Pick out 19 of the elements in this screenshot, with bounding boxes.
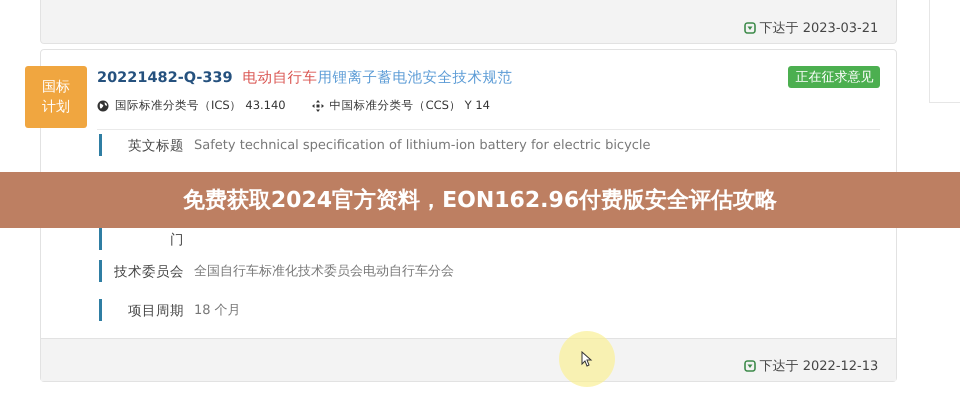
field-label: 项目周期: [127, 302, 184, 321]
banner-title: 免费获取2024官方资料，EON162.96付费版安全评估攻略: [0, 172, 960, 228]
standard-title[interactable]: 20221482-Q-339 电动自行车用锂离子蓄电池安全技术规范: [97, 68, 513, 86]
download-icon: [744, 22, 756, 34]
field-label: 英文标题: [127, 137, 184, 156]
field-value: Safety technical specification of lithium-ion battery for electric bicycle: [194, 137, 651, 155]
arrows-icon: [312, 100, 324, 112]
status-tag: 正在征求意见: [788, 66, 880, 88]
plan-badge: 国标计划: [25, 66, 87, 128]
field-label: 门: [169, 231, 184, 250]
classification-text: 中国标准分类号（CCS） Y 14: [330, 98, 490, 113]
issue-date: 下达于 2022-12-13: [760, 358, 878, 375]
field-value: 18 个月: [194, 302, 241, 320]
issue-date: 下达于 2023-03-21: [760, 20, 878, 36]
download-icon: [744, 360, 756, 372]
field-label: 技术委员会: [113, 263, 184, 282]
classification-text: 国际标准分类号（ICS） 43.140: [115, 98, 286, 113]
field-value: 全国自行车标准化技术委员会电动自行车分会: [194, 263, 454, 281]
globe-icon: [97, 100, 109, 112]
